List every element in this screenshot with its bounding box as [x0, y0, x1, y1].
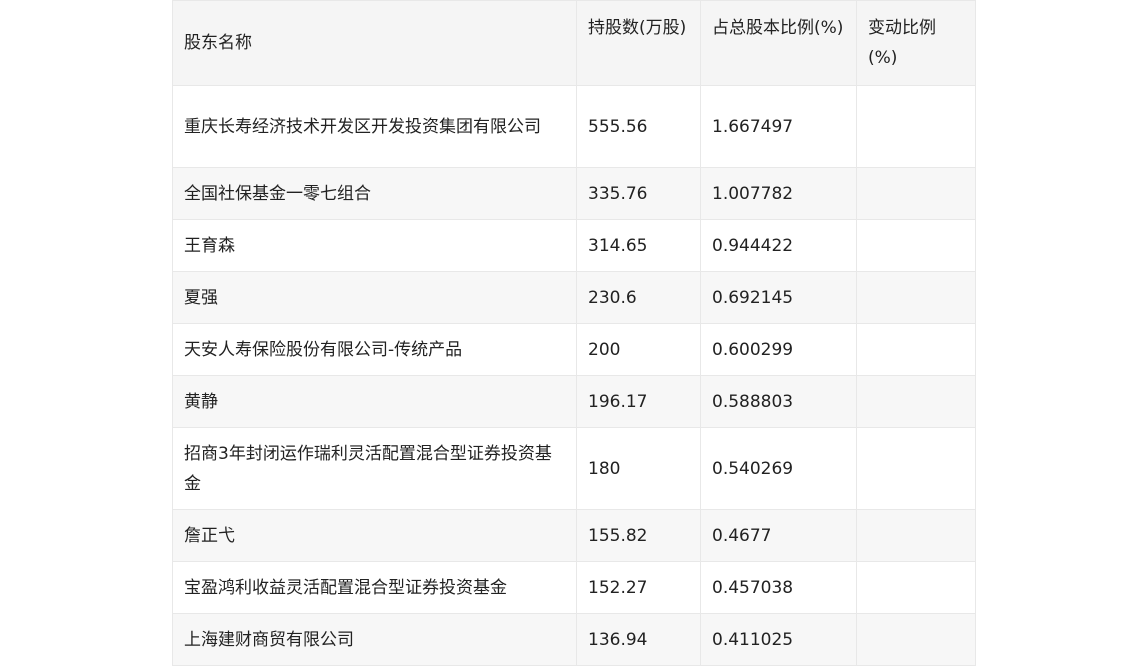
shareholder-table-container: 股东名称 持股数(万股) 占总股本比例(%) 变动比例(%) 重庆长寿经济技术开… [172, 0, 976, 666]
cell-shareholder-name: 招商3年封闭运作瑞利灵活配置混合型证券投资基金 [172, 427, 577, 510]
cell-shareholder-name: 王育森 [172, 219, 577, 272]
cell-share-count: 152.27 [576, 561, 701, 614]
table-row: 上海建财商贸有限公司 136.94 0.411025 [172, 613, 976, 666]
cell-change-ratio [856, 85, 976, 168]
table-header-row: 股东名称 持股数(万股) 占总股本比例(%) 变动比例(%) [172, 0, 976, 86]
cell-shareholder-name: 上海建财商贸有限公司 [172, 613, 577, 666]
table-row: 黄静 196.17 0.588803 [172, 375, 976, 428]
cell-shareholder-name: 天安人寿保险股份有限公司-传统产品 [172, 323, 577, 376]
table-row: 招商3年封闭运作瑞利灵活配置混合型证券投资基金 180 0.540269 [172, 427, 976, 510]
cell-change-ratio [856, 323, 976, 376]
header-share-ratio: 占总股本比例(%) [700, 0, 857, 86]
table-row: 夏强 230.6 0.692145 [172, 271, 976, 324]
cell-change-ratio [856, 167, 976, 220]
cell-share-count: 230.6 [576, 271, 701, 324]
cell-share-ratio: 1.007782 [700, 167, 857, 220]
cell-share-count: 155.82 [576, 509, 701, 562]
cell-shareholder-name: 全国社保基金一零七组合 [172, 167, 577, 220]
cell-share-count: 180 [576, 427, 701, 510]
shareholder-table: 股东名称 持股数(万股) 占总股本比例(%) 变动比例(%) 重庆长寿经济技术开… [172, 0, 976, 666]
cell-share-ratio: 0.944422 [700, 219, 857, 272]
cell-share-ratio: 0.588803 [700, 375, 857, 428]
cell-share-ratio: 0.411025 [700, 613, 857, 666]
table-row: 天安人寿保险股份有限公司-传统产品 200 0.600299 [172, 323, 976, 376]
cell-share-count: 136.94 [576, 613, 701, 666]
table-row: 重庆长寿经济技术开发区开发投资集团有限公司 555.56 1.667497 [172, 85, 976, 168]
cell-change-ratio [856, 271, 976, 324]
cell-change-ratio [856, 375, 976, 428]
cell-share-ratio: 0.4677 [700, 509, 857, 562]
cell-shareholder-name: 黄静 [172, 375, 577, 428]
cell-change-ratio [856, 509, 976, 562]
cell-change-ratio [856, 219, 976, 272]
header-change-ratio: 变动比例(%) [856, 0, 976, 86]
cell-share-ratio: 1.667497 [700, 85, 857, 168]
cell-change-ratio [856, 427, 976, 510]
cell-shareholder-name: 詹正弋 [172, 509, 577, 562]
cell-share-ratio: 0.692145 [700, 271, 857, 324]
cell-shareholder-name: 重庆长寿经济技术开发区开发投资集团有限公司 [172, 85, 577, 168]
table-row: 王育森 314.65 0.944422 [172, 219, 976, 272]
cell-shareholder-name: 夏强 [172, 271, 577, 324]
cell-shareholder-name: 宝盈鸿利收益灵活配置混合型证券投资基金 [172, 561, 577, 614]
cell-share-count: 555.56 [576, 85, 701, 168]
cell-change-ratio [856, 613, 976, 666]
cell-share-count: 335.76 [576, 167, 701, 220]
cell-share-count: 200 [576, 323, 701, 376]
cell-change-ratio [856, 561, 976, 614]
cell-share-ratio: 0.600299 [700, 323, 857, 376]
table-row: 宝盈鸿利收益灵活配置混合型证券投资基金 152.27 0.457038 [172, 561, 976, 614]
table-row: 全国社保基金一零七组合 335.76 1.007782 [172, 167, 976, 220]
cell-share-count: 314.65 [576, 219, 701, 272]
cell-share-ratio: 0.457038 [700, 561, 857, 614]
table-row: 詹正弋 155.82 0.4677 [172, 509, 976, 562]
header-share-count: 持股数(万股) [576, 0, 701, 86]
cell-share-count: 196.17 [576, 375, 701, 428]
cell-share-ratio: 0.540269 [700, 427, 857, 510]
header-shareholder-name: 股东名称 [172, 0, 577, 86]
